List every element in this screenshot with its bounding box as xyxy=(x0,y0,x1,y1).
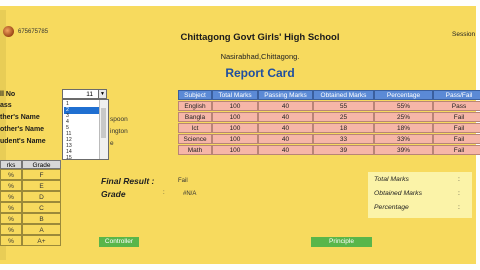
chevron-down-icon[interactable]: ▼ xyxy=(98,89,107,99)
column-header: Percentage xyxy=(374,90,433,100)
table-cell: 40 xyxy=(258,123,313,133)
column-header: Passing Marks xyxy=(258,90,313,100)
grade-scale-cell: A+ xyxy=(22,235,61,246)
totals-panel: Total Marks : Obtained Marks : Percentag… xyxy=(368,172,472,218)
fathers-name-value: spoon xyxy=(110,116,128,123)
table-cell: Pass xyxy=(433,101,480,111)
table-cell: 100 xyxy=(212,123,258,133)
grade-scale-cell: % xyxy=(0,191,22,202)
table-cell: Science xyxy=(178,134,212,144)
obtained-marks-colon: : xyxy=(458,190,460,197)
table-cell: 100 xyxy=(212,145,258,155)
column-header: Pass/Fail xyxy=(433,90,480,100)
fathers-name-label: ther's Name xyxy=(0,114,40,121)
obtained-marks-label: Obtained Marks xyxy=(374,190,422,197)
table-cell: 33% xyxy=(374,134,433,144)
grade-scale-cell: % xyxy=(0,213,22,224)
dropdown-scroll-thumb[interactable] xyxy=(101,108,106,138)
table-cell: 100 xyxy=(212,101,258,111)
table-cell: Bangla xyxy=(178,112,212,122)
table-cell: 55 xyxy=(313,101,374,111)
grade-scale-cell: % xyxy=(0,235,22,246)
total-marks-colon: : xyxy=(458,176,460,183)
school-address: Nasirabhad,Chittagong. xyxy=(220,52,300,61)
table-cell: 33 xyxy=(313,134,374,144)
dropdown-option[interactable]: 15 xyxy=(64,155,102,160)
grade-scale-cell: % xyxy=(0,224,22,235)
class-label: ass xyxy=(0,102,12,109)
table-cell: 100 xyxy=(212,134,258,144)
table-cell: 40 xyxy=(258,112,313,122)
grade-scale-header-grade: Grade xyxy=(22,160,61,169)
grade-scale-cell: A xyxy=(22,224,61,235)
percentage-label: Percentage xyxy=(374,204,409,211)
dropdown-scrollbar[interactable] xyxy=(99,100,108,159)
report-card-title: Report Card xyxy=(225,66,295,80)
table-cell: 40 xyxy=(258,101,313,111)
table-cell: 40 xyxy=(258,134,313,144)
grade-scale-cell: F xyxy=(22,169,61,180)
students-name-value: e xyxy=(110,140,114,147)
table-cell: 39 xyxy=(313,145,374,155)
table-cell: 18 xyxy=(313,123,374,133)
roll-no-dropdown-list[interactable]: 1 2 3 4 5 11 12 13 14 15 xyxy=(62,99,109,160)
session-label: Session xyxy=(452,31,476,38)
table-cell: English xyxy=(178,101,212,111)
table-cell: 39% xyxy=(374,145,433,155)
phone-number: 675675785 xyxy=(18,29,49,35)
final-result-label: Final Result : xyxy=(101,176,155,186)
column-header: Obtained Marks xyxy=(313,90,374,100)
grade-colon: : xyxy=(163,190,165,196)
table-cell: Math xyxy=(178,145,212,155)
table-cell: 55% xyxy=(374,101,433,111)
table-cell: Fail xyxy=(433,123,480,133)
table-cell: 25% xyxy=(374,112,433,122)
final-result-value: Fail xyxy=(178,178,188,184)
spreadsheet-window: 675675785 Chittagong Govt Girls' High Sc… xyxy=(0,0,480,270)
table-cell: Fail xyxy=(433,112,480,122)
grade-scale-cell: E xyxy=(22,180,61,191)
table-cell: 40 xyxy=(258,145,313,155)
table-cell: 25 xyxy=(313,112,374,122)
column-header: Total Marks xyxy=(212,90,258,100)
mothers-name-label: other's Name xyxy=(0,126,45,133)
table-cell: Fail xyxy=(433,134,480,144)
roll-no-label: ll No xyxy=(0,91,16,98)
students-name-label: udent's Name xyxy=(0,138,46,145)
grade-scale-cell: B xyxy=(22,213,61,224)
school-logo-icon xyxy=(3,26,14,37)
grade-scale-header-marks: rks xyxy=(0,160,22,169)
mothers-name-value: ington xyxy=(110,128,128,135)
grade-scale-cell: % xyxy=(0,202,22,213)
table-cell: 18% xyxy=(374,123,433,133)
grade-label: Grade xyxy=(101,189,126,199)
table-cell: 100 xyxy=(212,112,258,122)
grade-scale-cell: % xyxy=(0,180,22,191)
total-marks-label: Total Marks xyxy=(374,176,409,183)
percentage-colon: : xyxy=(458,204,460,211)
grade-scale-cell: D xyxy=(22,191,61,202)
table-cell: Ict xyxy=(178,123,212,133)
column-header: Subject xyxy=(178,90,212,100)
controller-button[interactable]: Controller xyxy=(99,237,139,247)
school-name: Chittagong Govt Girls' High School xyxy=(180,32,340,43)
grade-scale-cell: C xyxy=(22,202,61,213)
grade-value: #N/A xyxy=(183,191,197,197)
principle-button[interactable]: Principle xyxy=(311,237,372,247)
grade-scale-cell: % xyxy=(0,169,22,180)
table-cell: Fail xyxy=(433,145,480,155)
